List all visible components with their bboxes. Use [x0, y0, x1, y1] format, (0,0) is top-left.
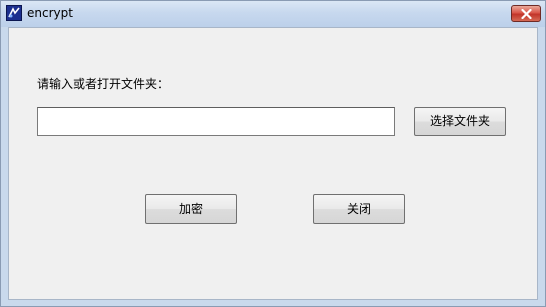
title-bar[interactable]: encrypt — [1, 1, 545, 27]
close-button[interactable]: 关闭 — [313, 194, 405, 224]
window-title: encrypt — [27, 6, 73, 20]
window-close-button[interactable] — [511, 5, 541, 22]
dialog-body: 请输入或者打开文件夹： 选择文件夹 加密 关闭 — [8, 27, 538, 300]
app-icon — [6, 5, 22, 21]
app-window: encrypt 请输入或者打开文件夹： 选择文件夹 加密 关闭 — [0, 0, 546, 307]
close-icon — [521, 9, 532, 19]
folder-prompt-label: 请输入或者打开文件夹： — [37, 77, 170, 91]
encrypt-button[interactable]: 加密 — [145, 194, 237, 224]
folder-path-input[interactable] — [37, 107, 395, 136]
select-folder-button[interactable]: 选择文件夹 — [414, 107, 506, 136]
